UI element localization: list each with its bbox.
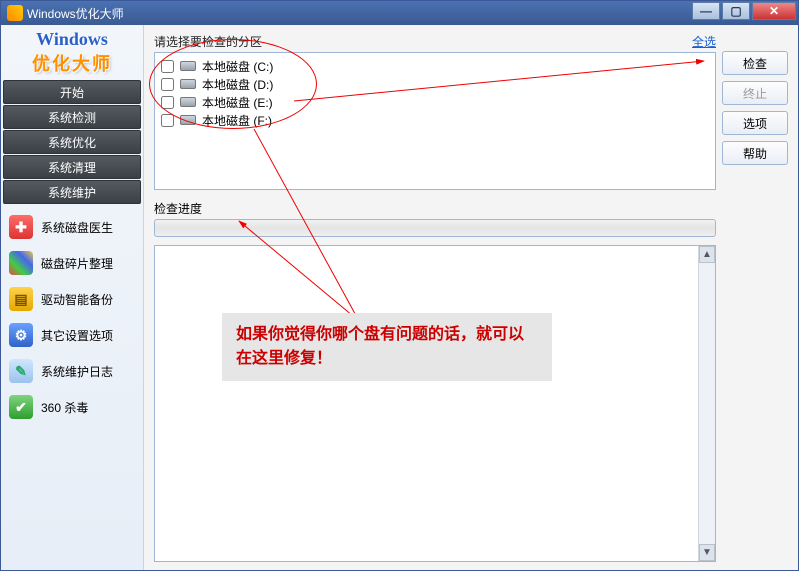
nav-start[interactable]: 开始 [3, 80, 141, 104]
result-log[interactable]: ▲ ▼ [154, 245, 716, 562]
select-all-link[interactable]: 全选 [692, 33, 716, 50]
subnav-other-settings[interactable]: ⚙ 其它设置选项 [3, 317, 141, 353]
annotation-ellipse [149, 39, 317, 129]
subnav-defrag[interactable]: 磁盘碎片整理 [3, 245, 141, 281]
app-window: Windows优化大师 — ▢ ✕ Windows 优化大师 开始 系统检测 系… [0, 0, 799, 571]
subnav-label: 360 杀毒 [41, 399, 88, 416]
annotation-note: 如果你觉得你哪个盘有问题的话，就可以在这里修复！ [222, 313, 552, 381]
logo: Windows 优化大师 [1, 25, 143, 79]
app-icon [7, 5, 23, 21]
subnav-label: 驱动智能备份 [41, 291, 113, 308]
help-button[interactable]: 帮助 [722, 141, 788, 165]
subnav-maintain-log[interactable]: ✎ 系统维护日志 [3, 353, 141, 389]
gear-icon: ⚙ [9, 323, 33, 347]
stop-button[interactable]: 终止 [722, 81, 788, 105]
nav-clean[interactable]: 系统清理 [3, 155, 141, 179]
subnav-label: 系统维护日志 [41, 363, 113, 380]
shield-icon: ✔ [9, 395, 33, 419]
subnav-disk-doctor[interactable]: ✚ 系统磁盘医生 [3, 209, 141, 245]
nav-detect[interactable]: 系统检测 [3, 105, 141, 129]
titlebar: Windows优化大师 — ▢ ✕ [1, 1, 798, 25]
scrollbar[interactable]: ▲ ▼ [698, 246, 715, 561]
logo-line1: Windows [36, 29, 108, 50]
logo-line2: 优化大师 [32, 50, 112, 76]
nav-optimize[interactable]: 系统优化 [3, 130, 141, 154]
scroll-down-button[interactable]: ▼ [699, 544, 715, 561]
subnav-driver-backup[interactable]: ▤ 驱动智能备份 [3, 281, 141, 317]
subnav: ✚ 系统磁盘医生 磁盘碎片整理 ▤ 驱动智能备份 ⚙ 其它设置选项 ✎ 系 [1, 205, 143, 429]
subnav-label: 其它设置选项 [41, 327, 113, 344]
content: 请选择要检查的分区 全选 本地磁盘 (C:) 本地磁盘 (D:) [144, 25, 798, 570]
progress-label: 检查进度 [154, 200, 716, 217]
options-button[interactable]: 选项 [722, 111, 788, 135]
save-icon: ▤ [9, 287, 33, 311]
pencil-icon: ✎ [9, 359, 33, 383]
nav-maintain[interactable]: 系统维护 [3, 180, 141, 204]
defrag-icon [9, 251, 33, 275]
window-controls: — ▢ ✕ [692, 1, 798, 25]
sidebar: Windows 优化大师 开始 系统检测 系统优化 系统清理 系统维护 ✚ 系统… [1, 25, 144, 570]
minimize-button[interactable]: — [692, 2, 720, 20]
subnav-label: 磁盘碎片整理 [41, 255, 113, 272]
subnav-360[interactable]: ✔ 360 杀毒 [3, 389, 141, 425]
plus-icon: ✚ [9, 215, 33, 239]
button-column: 检查 终止 选项 帮助 [722, 33, 788, 562]
window-title: Windows优化大师 [27, 5, 692, 22]
maximize-button[interactable]: ▢ [722, 2, 750, 20]
check-button[interactable]: 检查 [722, 51, 788, 75]
scroll-up-button[interactable]: ▲ [699, 246, 715, 263]
close-button[interactable]: ✕ [752, 2, 796, 20]
subnav-label: 系统磁盘医生 [41, 219, 113, 236]
progress-bar [154, 219, 716, 237]
